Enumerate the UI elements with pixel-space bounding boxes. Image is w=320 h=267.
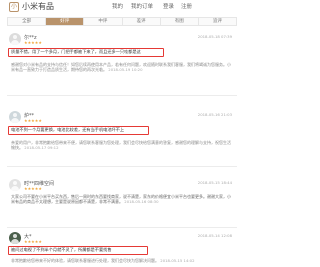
review-filter-tabs: 全部 好评 中评 差评 有图 追评 <box>7 17 237 26</box>
tab-neutral[interactable]: 中评 <box>84 18 123 25</box>
avatar <box>9 111 21 123</box>
reply-date: 2018-05-16 08:30 <box>124 199 159 204</box>
rating-stars: ★★★★★ <box>24 239 42 244</box>
brand-logo[interactable]: 小 <box>9 2 19 12</box>
review-text: 电池不到一个月要更换，电池比较差，还有当手机电池坏不上 <box>11 127 125 132</box>
seller-reply: 感谢您对小米有品的支持与信任！如您后续再使用本产品，若有任何问题，欢迎随时联系我… <box>11 62 232 89</box>
reply-date: 2018-05-17 09:12 <box>24 145 59 150</box>
rating-stars: ★★★★★ <box>24 186 42 191</box>
tab-all[interactable]: 全部 <box>8 18 47 25</box>
seller-reply: 非常抱歉给您带来不好的体验，请您联系客服进行处理，我们会尽快为您解决问题。 20… <box>11 258 232 266</box>
nav-item-mine[interactable]: 我的 <box>112 4 123 11</box>
reply-date: 2018-05-19 10:20 <box>108 67 143 72</box>
nav-item-register[interactable]: 注册 <box>181 4 192 11</box>
tab-positive[interactable]: 好评 <box>46 18 85 25</box>
review-body: 大家公司不要在小米平台买东西，售后一周时的东西要找商家，说不清楚，家东的价格便宜… <box>11 194 232 223</box>
divider <box>7 95 237 96</box>
review-text: 质量不错，用了一个多月，门把手都被下来了，而且还多一只哇都是这 <box>11 49 141 54</box>
nav-item-login[interactable]: 登录 <box>163 4 174 11</box>
review-highlight-box: 电池不到一个月要更换，电池比较差，还有当手机电池坏不上 <box>8 126 149 135</box>
review-date: 2018-05-18 07:39 <box>197 34 232 39</box>
tab-with-images[interactable]: 有图 <box>161 18 199 25</box>
tab-follow-up[interactable]: 追评 <box>199 18 236 25</box>
seller-reply: 亲爱的用户，非常抱歉给您带来不便，请您联系客服为您处理，我们会尽快给您满意的答复… <box>11 140 232 160</box>
review-item: 尔**z ★★★★★ 2018-05-18 07:39 质量不错，用了一个多月，… <box>7 33 237 93</box>
review-date: 2018-05-16 21:03 <box>197 112 232 117</box>
review-highlight-box: 被问过电视了不到半个月就不灵了，所属都是不要找售 <box>8 246 148 255</box>
top-bar: 小 小米有品 我的 我的订单 登录 注册 <box>0 0 244 14</box>
reply-date: 2018-05-15 14:02 <box>160 258 195 263</box>
review-item: 时**四维空间 ★★★★★ 2018-05-15 18:44 大家公司不要在小米… <box>7 179 237 225</box>
avatar <box>9 33 21 45</box>
review-highlight-box: 质量不错，用了一个多月，门把手都被下来了，而且还多一只哇都是这 <box>8 48 164 57</box>
rating-stars: ★★★★★ <box>24 118 42 123</box>
avatar <box>9 179 21 191</box>
divider <box>7 166 237 167</box>
divider <box>7 227 237 228</box>
review-item: 炉** ★★★★★ 2018-05-16 21:03 电池不到一个月要更换，电池… <box>7 111 237 161</box>
nav-item-orders[interactable]: 我的订单 <box>131 4 153 11</box>
review-text: 大家公司不要在小米平台买东西，售后一周时的东西要找商家，说不清楚，家东的价格便宜… <box>11 194 231 204</box>
review-date: 2018-05-15 18:44 <box>197 180 232 185</box>
avatar <box>9 232 21 244</box>
rating-stars: ★★★★★ <box>24 40 42 45</box>
reply-text: 非常抱歉给您带来不好的体验，请您联系客服进行处理，我们会尽快为您解决问题。 <box>11 258 159 263</box>
review-date: 2018-05-14 12:08 <box>197 233 232 238</box>
tab-negative[interactable]: 差评 <box>123 18 161 25</box>
review-text: 被问过电视了不到半个月就不灵了，所属都是不要找售 <box>11 247 112 252</box>
review-item: 大* ★★★★★ 2018-05-14 12:08 被问过电视了不到半个月就不灵… <box>7 232 237 266</box>
brand-name[interactable]: 小米有品 <box>22 2 54 12</box>
